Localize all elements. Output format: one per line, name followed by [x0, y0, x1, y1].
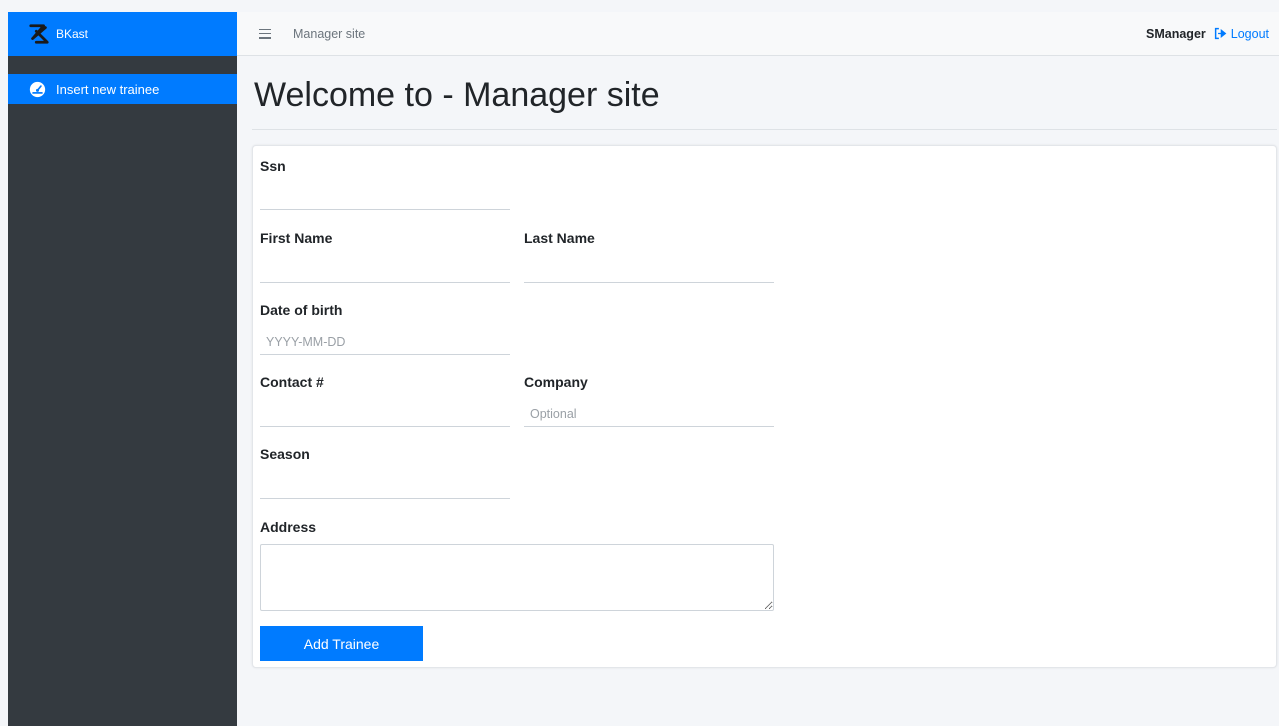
sidebar-item-insert-trainee[interactable]: Insert new trainee	[8, 74, 237, 104]
insert-trainee-form: Ssn First Name Last Name Date of birth C…	[252, 145, 1277, 668]
address-group: Address	[260, 519, 316, 535]
navbar-site-title[interactable]: Manager site	[293, 27, 365, 41]
sidebar: BKast Insert new trainee	[8, 12, 237, 726]
company-group: Company	[524, 374, 774, 427]
page-title: Welcome to - Manager site	[254, 76, 660, 114]
season-input[interactable]	[260, 473, 510, 499]
dob-input[interactable]	[260, 329, 510, 355]
ssn-input[interactable]	[260, 184, 510, 210]
brand-logo-icon	[29, 24, 49, 44]
contact-group: Contact #	[260, 374, 510, 427]
brand-name: BKast	[56, 27, 89, 41]
top-navbar: Manager site SManager Logout	[237, 12, 1279, 56]
season-label: Season	[260, 446, 310, 462]
first-name-input[interactable]	[260, 257, 510, 283]
first-name-group: First Name	[260, 230, 510, 283]
username-label: SManager	[1146, 26, 1206, 41]
logout-label: Logout	[1230, 26, 1269, 41]
sign-out-icon	[1214, 27, 1227, 40]
company-label: Company	[524, 374, 588, 390]
contact-label: Contact #	[260, 374, 324, 390]
navbar-user-area: SManager Logout	[1146, 27, 1269, 41]
contact-input[interactable]	[260, 401, 510, 427]
last-name-input[interactable]	[524, 257, 774, 283]
last-name-group: Last Name	[524, 230, 774, 283]
tachometer-icon	[29, 81, 46, 97]
add-trainee-button[interactable]: Add Trainee	[260, 626, 423, 661]
brand-link[interactable]: BKast	[8, 12, 237, 56]
dob-group: Date of birth	[260, 302, 510, 355]
title-divider	[252, 129, 1277, 130]
ssn-group: Ssn	[260, 158, 510, 210]
address-textarea[interactable]	[260, 544, 774, 611]
sidebar-item-label: Insert new trainee	[56, 81, 160, 97]
last-name-label: Last Name	[524, 230, 595, 246]
first-name-label: First Name	[260, 230, 333, 246]
top-strip	[0, 0, 1279, 12]
season-group: Season	[260, 446, 510, 499]
dob-label: Date of birth	[260, 302, 343, 318]
logout-link[interactable]: Logout	[1214, 27, 1269, 41]
hamburger-menu-icon[interactable]	[259, 28, 271, 39]
ssn-label: Ssn	[260, 158, 286, 174]
address-label: Address	[260, 519, 317, 535]
company-input[interactable]	[524, 401, 774, 427]
